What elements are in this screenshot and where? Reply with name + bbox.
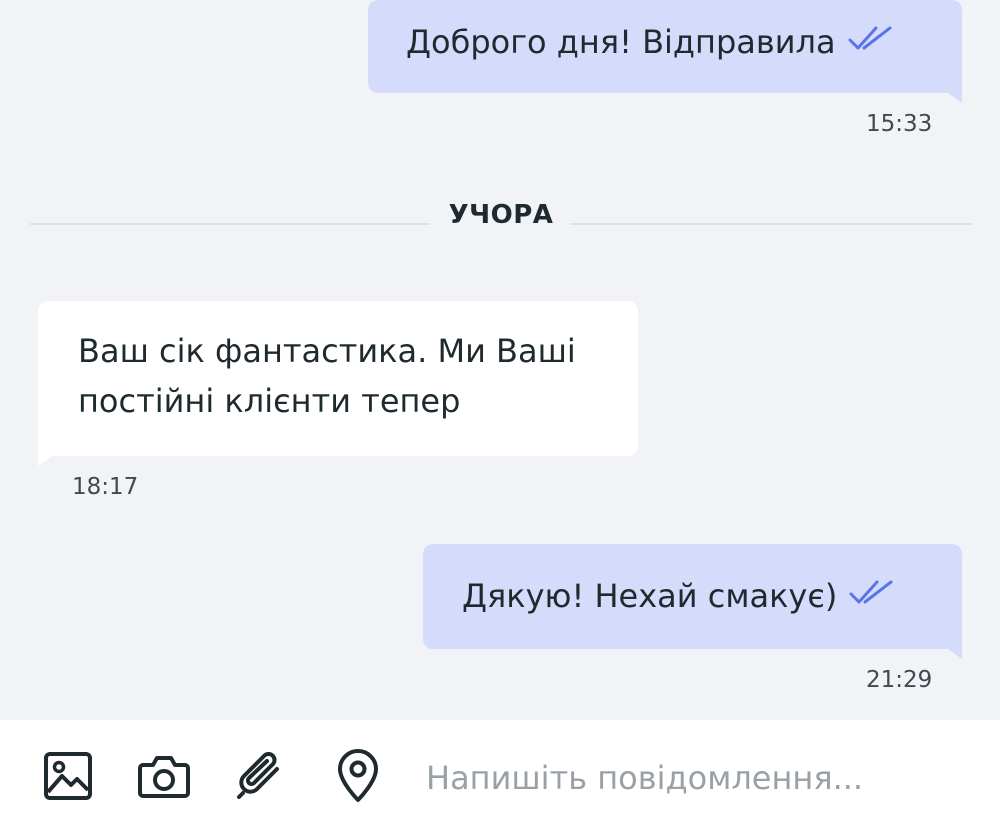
message-text: Ваш сік фантастика. Ми Ваші постійні клі… [78,332,576,420]
chat-history: Доброго дня! Відправила 15:33 УЧОРА Ваш … [0,0,1000,720]
message-time: 15:33 [866,111,933,137]
paperclip-icon [233,749,287,807]
divider-line [570,223,972,225]
share-location-button[interactable] [330,749,386,807]
attach-file-button[interactable] [232,750,288,806]
message-time: 18:17 [72,474,139,500]
read-ticks-icon [849,570,897,620]
location-pin-icon [334,749,382,807]
image-icon [42,750,94,806]
outgoing-message[interactable]: Дякую! Нехай смакує) [423,544,962,659]
message-text: Доброго дня! Відправила [406,23,836,61]
message-input[interactable] [426,754,966,802]
message-time: 21:29 [866,667,933,693]
outgoing-message[interactable]: Доброго дня! Відправила [368,0,962,103]
date-label: УЧОРА [448,200,554,230]
message-composer [0,720,1000,836]
attach-image-button[interactable] [40,750,96,806]
camera-button[interactable] [136,750,192,806]
message-text: Дякую! Нехай смакує) [462,577,838,615]
incoming-message[interactable]: Ваш сік фантастика. Ми Ваші постійні клі… [38,301,638,466]
date-divider: УЧОРА [30,200,972,230]
read-ticks-icon [848,16,896,66]
camera-icon [137,751,191,805]
